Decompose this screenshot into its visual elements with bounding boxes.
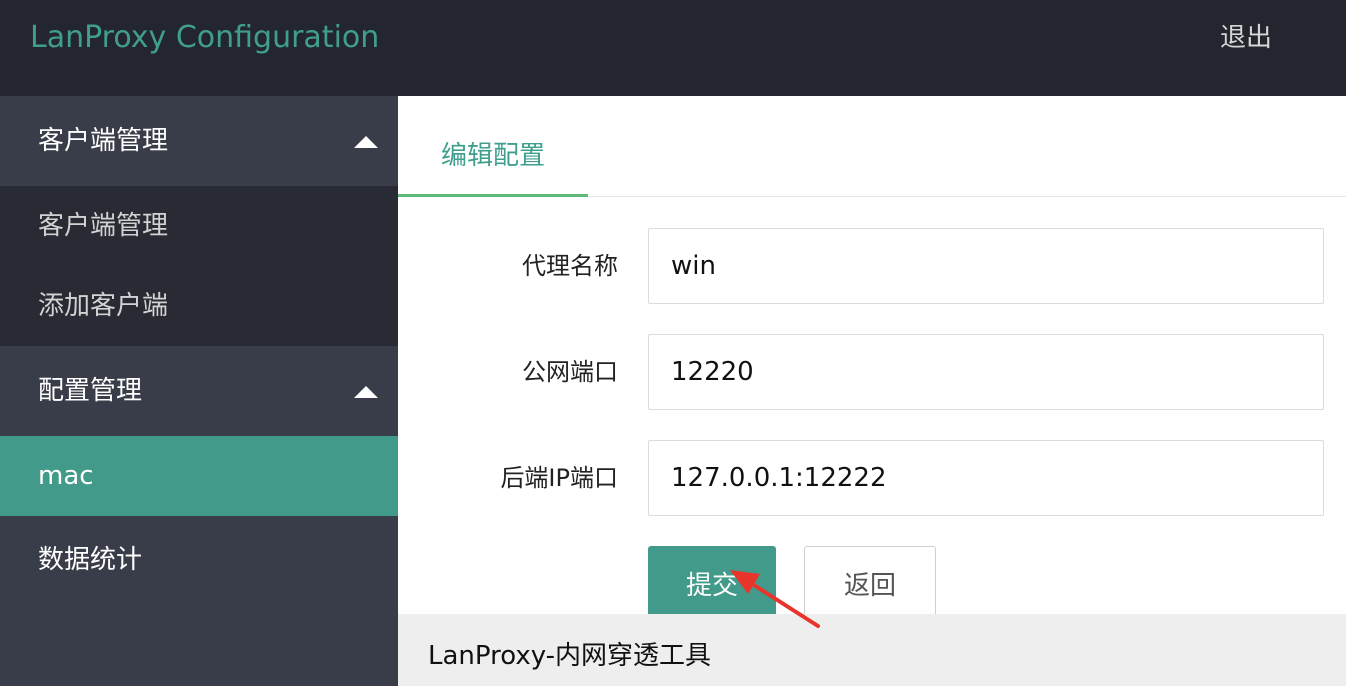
form-row-proxy-name: 代理名称 bbox=[398, 228, 1346, 304]
sidebar-group-label: 配置管理 bbox=[38, 376, 143, 406]
tab-edit-config[interactable]: 编辑配置 bbox=[398, 126, 588, 197]
sidebar-group-children: 客户端管理 添加客户端 bbox=[0, 186, 398, 346]
public-port-input[interactable] bbox=[648, 334, 1324, 410]
sidebar-group-client-management[interactable]: 客户端管理 bbox=[0, 96, 398, 186]
sidebar-item-statistics[interactable]: 数据统计 bbox=[0, 516, 398, 604]
footer-text: LanProxy-内网穿透工具 bbox=[428, 641, 712, 671]
public-port-label: 公网端口 bbox=[522, 358, 618, 386]
proxy-name-input[interactable] bbox=[648, 228, 1324, 304]
brand-logo-text[interactable]: LanProxy Configuration bbox=[30, 18, 379, 58]
sidebar-nav: 客户端管理 客户端管理 添加客户端 配置管理 mac 数据统计 bbox=[0, 96, 398, 686]
top-header: LanProxy Configuration 退出 bbox=[0, 0, 1346, 96]
sidebar-item-mac[interactable]: mac bbox=[0, 436, 398, 516]
sidebar-item-client-management[interactable]: 客户端管理 bbox=[0, 186, 398, 266]
caret-up-icon bbox=[354, 136, 378, 148]
caret-up-icon bbox=[354, 386, 378, 398]
tab-bar: 编辑配置 bbox=[398, 96, 1346, 197]
form-row-backend-ip-port: 后端IP端口 bbox=[398, 440, 1346, 516]
backend-ip-port-input[interactable] bbox=[648, 440, 1324, 516]
sidebar-group-label: 客户端管理 bbox=[38, 126, 169, 156]
form-row-public-port: 公网端口 bbox=[398, 334, 1346, 410]
proxy-name-label: 代理名称 bbox=[522, 252, 618, 280]
backend-ip-port-label: 后端IP端口 bbox=[500, 464, 618, 492]
sidebar-group-children: mac bbox=[0, 436, 398, 516]
main-content: 编辑配置 代理名称 公网端口 后端IP端口 提交 返回 bbox=[398, 96, 1346, 686]
sidebar-item-add-client[interactable]: 添加客户端 bbox=[0, 266, 398, 346]
sidebar-group-config-management[interactable]: 配置管理 bbox=[0, 346, 398, 436]
logout-link[interactable]: 退出 bbox=[1200, 18, 1292, 58]
footer: LanProxy-内网穿透工具 bbox=[398, 614, 1346, 686]
